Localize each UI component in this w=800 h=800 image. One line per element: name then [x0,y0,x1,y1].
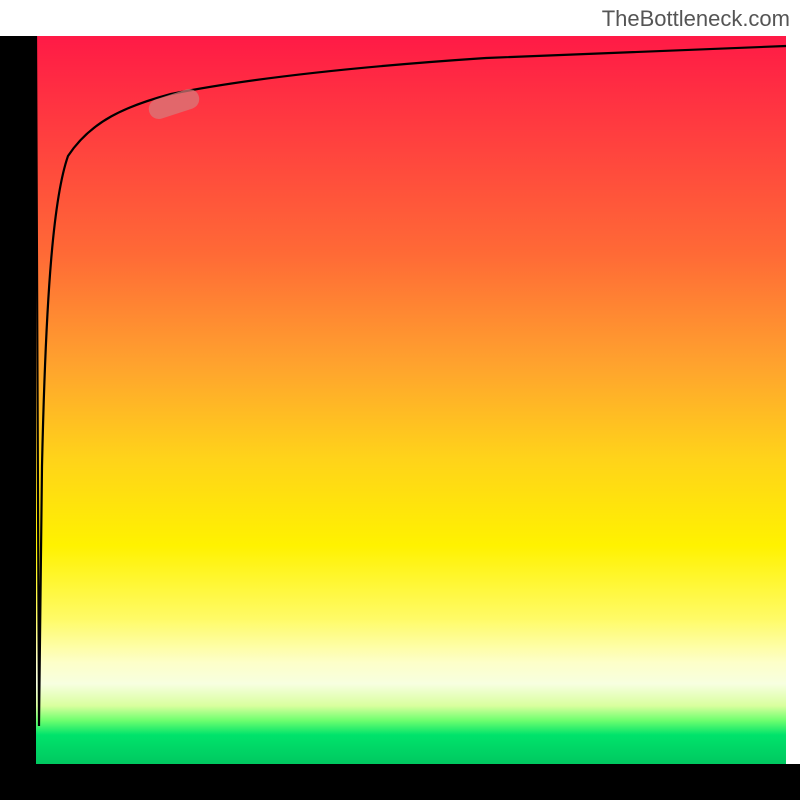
plot-area [36,36,786,764]
y-axis-bar [0,36,36,764]
watermark-text: TheBottleneck.com [602,6,790,32]
bottleneck-chart: TheBottleneck.com [0,0,800,800]
highlight-marker [146,86,202,121]
curve-path [36,36,786,726]
x-axis-bar [0,764,800,800]
curve-svg [36,36,786,764]
